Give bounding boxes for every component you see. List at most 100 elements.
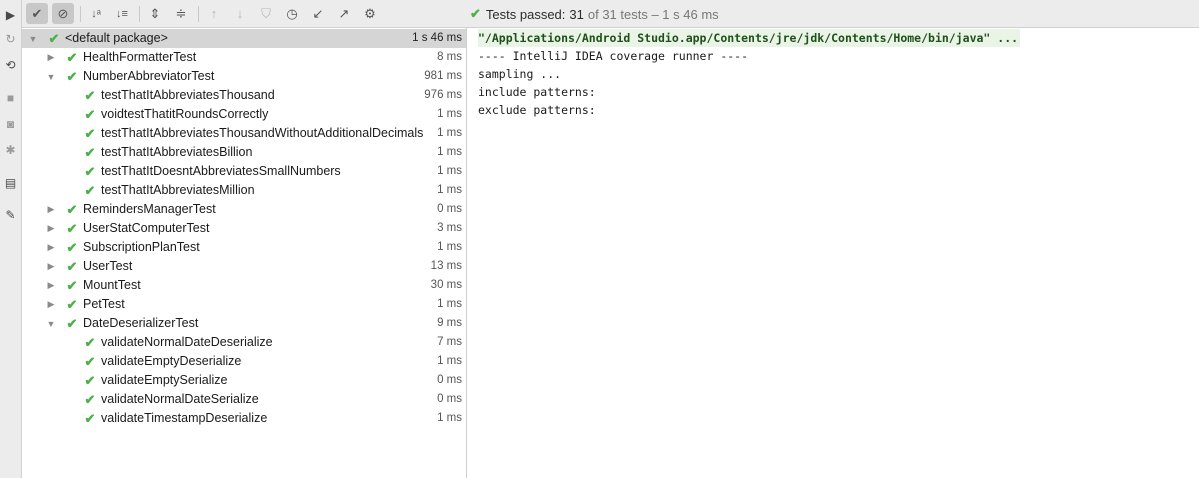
test-passed-icon: ✔ <box>84 353 96 369</box>
dump-threads-button[interactable]: ◙ <box>1 114 20 133</box>
test-method-row[interactable]: ✔ testThatItAbbreviatesBillion 1 ms <box>22 143 466 162</box>
test-duration: 981 ms <box>424 70 462 82</box>
pin-icon: ✎ <box>5 207 16 222</box>
test-passed-icon: ✔ <box>66 220 78 236</box>
previous-failed-button[interactable]: ↑ <box>203 3 225 24</box>
test-name: DateDeserializerTest <box>83 316 199 330</box>
stop-button[interactable]: ■ <box>1 88 20 107</box>
test-status-summary: ✔ Tests passed: 31 of 31 tests – 1 s 46 … <box>470 0 719 28</box>
test-passed-icon: ✔ <box>84 163 96 179</box>
test-name: UserStatComputerTest <box>83 221 210 235</box>
collapsed-arrow-icon[interactable]: ▶ <box>46 48 56 67</box>
test-method-row[interactable]: ✔ validateNormalDateDeserialize 7 ms <box>22 333 466 352</box>
status-detail: of 31 tests – 1 s 46 ms <box>587 6 719 22</box>
test-name: <default package> <box>65 31 168 45</box>
test-class-row[interactable]: ▶ ✔ HealthFormatterTest 8 ms <box>22 48 466 67</box>
history-icon: ◷ <box>286 5 298 21</box>
pin-tab-button[interactable]: ✎ <box>1 205 20 224</box>
test-passed-icon: ✔ <box>66 49 78 65</box>
collapse-all-icon: ≑ <box>175 5 187 21</box>
test-passed-icon: ✔ <box>84 87 96 103</box>
test-class-row[interactable]: ▶ ✔ UserTest 13 ms <box>22 257 466 276</box>
test-passed-icon: ✔ <box>84 144 96 160</box>
expanded-arrow-icon[interactable]: ▼ <box>46 67 56 86</box>
test-method-row[interactable]: ✔ testThatItAbbreviatesThousand 976 ms <box>22 86 466 105</box>
rerun-with-coverage-button[interactable]: ▶ <box>1 5 20 24</box>
console-output-line: exclude patterns: <box>478 103 596 117</box>
test-duration: 1 ms <box>437 108 462 120</box>
console-command-line: "/Applications/Android Studio.app/Conten… <box>478 29 1021 47</box>
expand-all-button[interactable]: ⇕ <box>144 3 166 24</box>
show-ignored-icon: ⊘ <box>57 5 69 21</box>
test-method-row[interactable]: ✔ validateEmptyDeserialize 1 ms <box>22 352 466 371</box>
collapsed-arrow-icon[interactable]: ▶ <box>46 276 56 295</box>
test-name: voidtestThatitRoundsCorrectly <box>101 107 269 121</box>
settings-gear-icon: ⚙ <box>364 5 376 21</box>
collapse-all-button[interactable]: ≑ <box>170 3 192 24</box>
test-class-row[interactable]: ▶ ✔ RemindersManagerTest 0 ms <box>22 200 466 219</box>
sort-alphabetically-icon: ↓ᵃ <box>91 7 101 20</box>
expanded-arrow-icon[interactable]: ▼ <box>46 314 56 333</box>
export-tests-button[interactable]: ↗ <box>333 3 355 24</box>
test-duration: 1 s 46 ms <box>410 29 462 48</box>
console-output[interactable]: "/Applications/Android Studio.app/Conten… <box>467 28 1199 478</box>
console-output-line: ---- IntelliJ IDEA coverage runner ---- <box>478 49 749 63</box>
show-passed-button[interactable]: ✔ <box>26 3 48 24</box>
export-tests-icon: ↗ <box>338 5 350 21</box>
debug-button[interactable]: ✱ <box>1 140 20 159</box>
sort-by-duration-button[interactable]: ↓≡ <box>111 3 133 24</box>
rerun-failed-button[interactable]: ↻ <box>1 29 20 48</box>
test-method-row[interactable]: ✔ voidtestThatitRoundsCorrectly 1 ms <box>22 105 466 124</box>
toggle-auto-test-icon: ⟲ <box>5 57 16 72</box>
test-passed-icon: ✔ <box>66 258 78 274</box>
test-duration: 7 ms <box>437 336 462 348</box>
test-method-row[interactable]: ✔ testThatItAbbreviatesThousandWithoutAdd… <box>22 124 466 143</box>
collapsed-arrow-icon[interactable]: ▶ <box>46 295 56 314</box>
test-method-row[interactable]: ✔ validateNormalDateSerialize 0 ms <box>22 390 466 409</box>
test-class-row[interactable]: ▼ ✔ DateDeserializerTest 9 ms <box>22 314 466 333</box>
test-class-row[interactable]: ▶ ✔ SubscriptionPlanTest 1 ms <box>22 238 466 257</box>
toggle-auto-test-button[interactable]: ⟲ <box>1 55 20 74</box>
console-output-line: include patterns: <box>478 85 596 99</box>
test-name: testThatItAbbreviatesMillion <box>101 183 255 197</box>
test-name: validateTimestampDeserialize <box>101 411 268 425</box>
console-output-line: sampling ... <box>478 67 562 81</box>
test-class-row[interactable]: ▶ ✔ MountTest 30 ms <box>22 276 466 295</box>
test-results-tree[interactable]: ▼ ✔ <default package> 1 s 46 ms ▶ ✔ HealthForm… <box>22 28 466 478</box>
sort-alphabetically-button[interactable]: ↓ᵃ <box>85 3 107 24</box>
collapsed-arrow-icon[interactable]: ▶ <box>46 257 56 276</box>
test-class-row[interactable]: ▶ ✔ PetTest 1 ms <box>22 295 466 314</box>
tree-root-row[interactable]: ▼ ✔ <default package> 1 s 46 ms <box>22 29 466 48</box>
test-method-row[interactable]: ✔ testThatItAbbreviatesMillion 1 ms <box>22 181 466 200</box>
test-method-row[interactable]: ✔ testThatItDoesntAbbreviatesSmallNumbers… <box>22 162 466 181</box>
test-duration: 9 ms <box>437 317 462 329</box>
expanded-arrow-icon[interactable]: ▼ <box>28 29 38 48</box>
settings-button[interactable]: ⚙ <box>359 3 381 24</box>
test-duration: 0 ms <box>437 203 462 215</box>
rerun-with-coverage-icon: ▶ <box>5 7 16 22</box>
collapsed-arrow-icon[interactable]: ▶ <box>46 219 56 238</box>
collapsed-arrow-icon[interactable]: ▶ <box>46 200 56 219</box>
next-failed-icon: ↓ <box>236 6 244 21</box>
import-tests-button[interactable]: ↙ <box>307 3 329 24</box>
test-method-row[interactable]: ✔ validateTimestampDeserialize 1 ms <box>22 409 466 428</box>
layout-icon: ▤ <box>4 175 17 190</box>
test-passed-icon: ✔ <box>84 410 96 426</box>
test-passed-icon: ✔ <box>66 315 78 331</box>
test-name: UserTest <box>83 259 133 273</box>
layout-button[interactable]: ▤ <box>1 173 20 192</box>
shield-button[interactable]: ⛉ <box>255 3 277 24</box>
show-ignored-button[interactable]: ⊘ <box>52 3 74 24</box>
test-class-row[interactable]: ▶ ✔ UserStatComputerTest 3 ms <box>22 219 466 238</box>
next-failed-button[interactable]: ↓ <box>229 3 251 24</box>
toolbar-separator <box>139 6 140 22</box>
test-duration: 1 ms <box>437 355 462 367</box>
test-name: testThatItDoesntAbbreviatesSmallNumbers <box>101 164 341 178</box>
test-name: validateEmptyDeserialize <box>101 354 242 368</box>
test-class-row[interactable]: ▼ ✔ NumberAbbreviatorTest 981 ms <box>22 67 466 86</box>
test-history-button[interactable]: ◷ <box>281 3 303 24</box>
test-method-row[interactable]: ✔ validateEmptySerialize 0 ms <box>22 371 466 390</box>
collapsed-arrow-icon[interactable]: ▶ <box>46 238 56 257</box>
test-passed-icon: ✔ <box>84 334 96 350</box>
test-passed-icon: ✔ <box>66 201 78 217</box>
